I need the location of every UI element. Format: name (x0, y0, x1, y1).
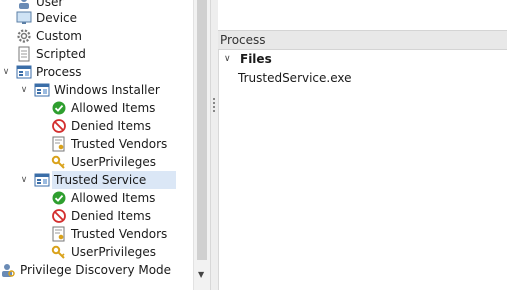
tree-item-wi-denied[interactable]: Denied Items (51, 117, 153, 135)
certificate-icon (52, 136, 65, 152)
file-list-item[interactable]: TrustedService.exe (238, 69, 352, 87)
files-group-label: Files (240, 52, 272, 66)
process-window-icon (16, 65, 32, 79)
tree-item-ts-allowed[interactable]: Allowed Items (51, 189, 157, 207)
splitter-grip-icon[interactable] (213, 98, 215, 112)
tree-item-scripted[interactable]: Scripted (16, 45, 88, 63)
tree-item-label: UserPrivileges (71, 155, 157, 169)
tree-item-label: UserPrivileges (71, 245, 157, 259)
deny-circle-icon (52, 209, 66, 223)
monitor-icon (16, 11, 32, 24)
tree-item-process[interactable]: Process (16, 63, 84, 81)
tree-item-discovery-mode[interactable]: Privilege Discovery Mode (0, 261, 173, 279)
tree-scrollbar[interactable]: ▼ (193, 0, 210, 290)
process-window-icon (34, 83, 50, 97)
collapse-chevron-icon[interactable]: ∨ (224, 50, 231, 68)
collapse-chevron-icon[interactable]: ∨ (19, 85, 29, 95)
tree-item-wi-allowed[interactable]: Allowed Items (51, 99, 157, 117)
panel-header: Process (218, 31, 507, 50)
tree-item-windows-installer[interactable]: Windows Installer (34, 81, 162, 99)
tree-item-label: Scripted (36, 47, 86, 61)
process-window-icon (34, 173, 50, 187)
key-icon (51, 155, 65, 169)
document-icon (18, 46, 30, 62)
tree-item-label: Trusted Service (52, 171, 176, 189)
tree-item-label: Allowed Items (71, 191, 156, 205)
scroll-down-arrow-icon[interactable]: ▼ (198, 270, 204, 279)
certificate-icon (52, 226, 65, 242)
tree-item-label: Custom (36, 29, 82, 43)
tree-item-label: Denied Items (71, 119, 151, 133)
tree-item-label: Trusted Vendors (71, 227, 168, 241)
tree-item-label: Privilege Discovery Mode (20, 263, 172, 277)
gear-icon (17, 29, 31, 43)
collapse-chevron-icon[interactable]: ∨ (1, 67, 11, 77)
check-circle-icon (52, 191, 66, 205)
details-top-area (218, 0, 507, 31)
policy-tree[interactable]: User Device Custom Scripted ∨ Process ∨ … (0, 0, 193, 290)
tree-item-label: Process (36, 65, 82, 79)
tree-item-wi-privileges[interactable]: UserPrivileges (51, 153, 158, 171)
discovery-user-icon (2, 264, 15, 277)
tree-item-custom[interactable]: Custom (16, 27, 84, 45)
tree-item-wi-vendors[interactable]: Trusted Vendors (51, 135, 169, 153)
tree-item-ts-denied[interactable]: Denied Items (51, 207, 153, 225)
collapse-chevron-icon[interactable]: ∨ (19, 175, 29, 185)
key-icon (51, 245, 65, 259)
tree-item-label: Trusted Vendors (71, 137, 168, 151)
tree-item-label: Allowed Items (71, 101, 156, 115)
tree-item-trusted-service[interactable]: Trusted Service (34, 171, 176, 189)
tree-item-label: Windows Installer (54, 83, 160, 97)
tree-item-ts-privileges[interactable]: UserPrivileges (51, 243, 158, 261)
deny-circle-icon (52, 119, 66, 133)
tree-item-device[interactable]: Device (16, 9, 79, 27)
tree-item-ts-vendors[interactable]: Trusted Vendors (51, 225, 169, 243)
check-circle-icon (52, 101, 66, 115)
tree-item-label: Denied Items (71, 209, 151, 223)
tree-item-label: Device (36, 11, 78, 25)
scrollbar-thumb[interactable] (197, 0, 207, 260)
files-group-header[interactable]: ∨ Files (218, 50, 507, 68)
